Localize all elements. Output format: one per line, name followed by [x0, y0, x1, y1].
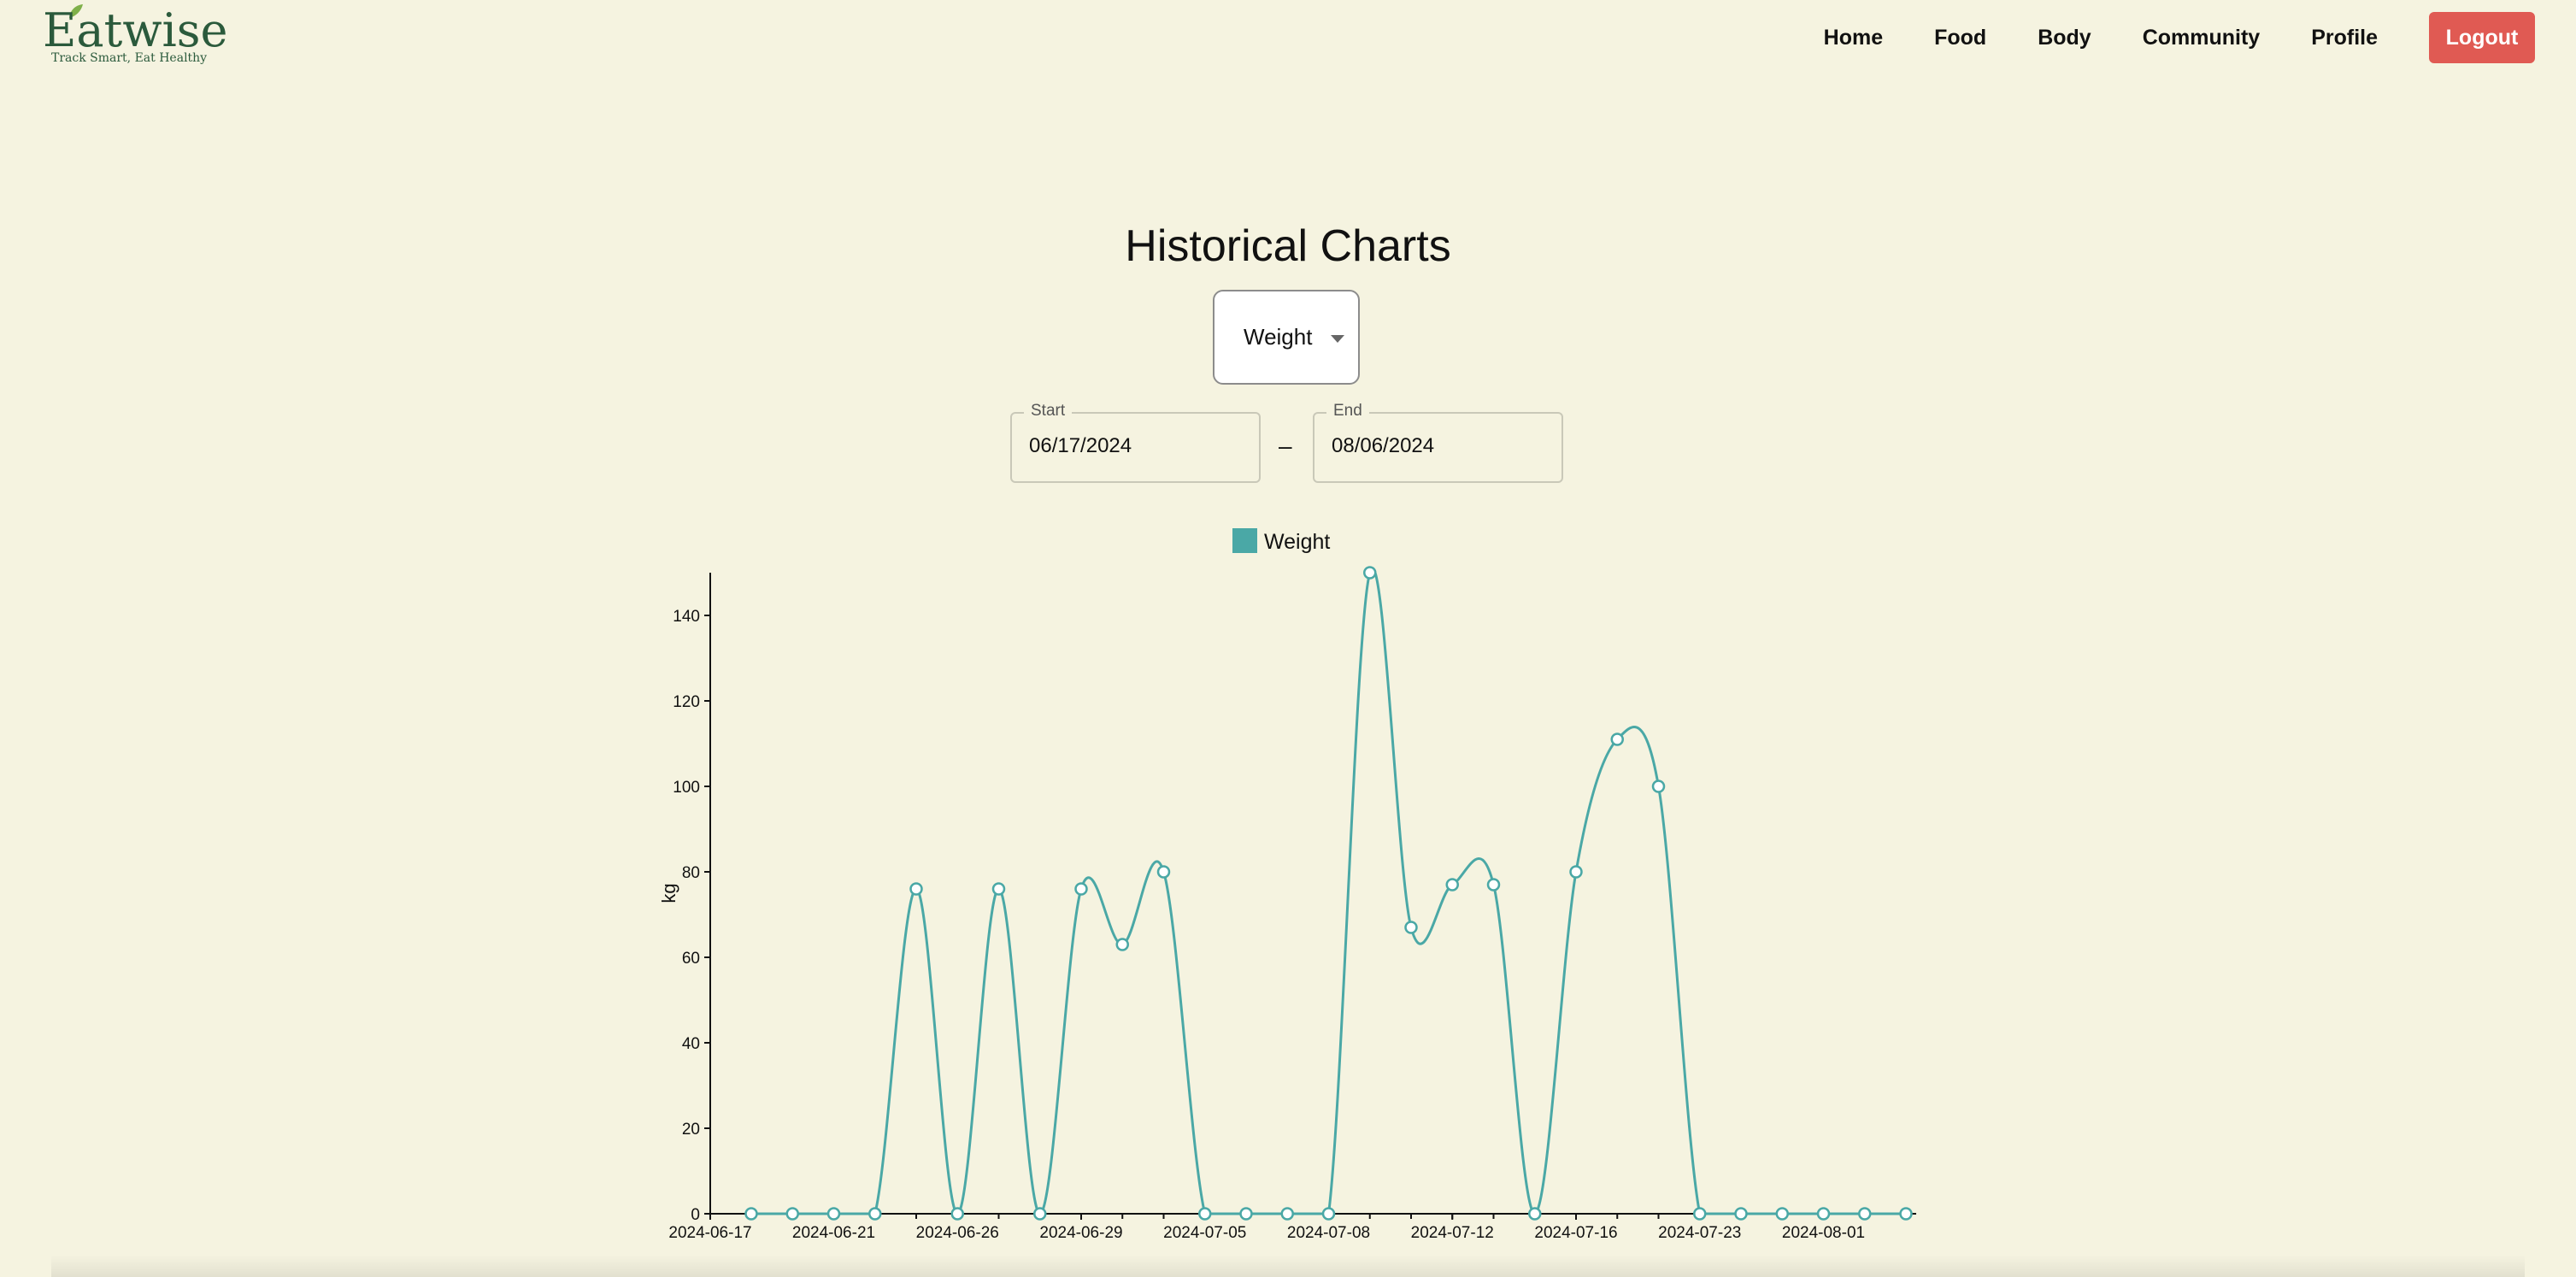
dropdown-arrow-icon [1331, 335, 1344, 343]
data-point [909, 882, 923, 896]
end-date-label: End [1326, 402, 1369, 421]
end-date-field[interactable]: End [1313, 402, 1563, 483]
data-point [1115, 938, 1129, 951]
main-nav: Home Food Body Community Profile Logout [1824, 12, 2535, 63]
y-tick-label: 100 [673, 779, 700, 797]
x-tick-label: 2024-06-17 [668, 1224, 751, 1242]
data-point [1569, 865, 1583, 879]
data-point [1775, 1207, 1789, 1221]
header: Eatwise Track Smart, Eat Healthy Home Fo… [0, 0, 2576, 75]
data-point [826, 1207, 841, 1221]
data-point [1528, 1207, 1542, 1221]
x-tick-label: 2024-07-08 [1287, 1224, 1370, 1242]
logo-tagline: Track Smart, Eat Healthy [51, 51, 208, 65]
data-point [1486, 878, 1501, 892]
metric-select[interactable]: Weight [1213, 290, 1360, 385]
data-point [1734, 1207, 1748, 1221]
data-point [744, 1207, 758, 1221]
x-tick-label: 2024-06-21 [792, 1224, 875, 1242]
data-point [1033, 1207, 1047, 1221]
bottom-shadow [51, 1255, 2525, 1277]
x-tick-label: 2024-07-23 [1658, 1224, 1741, 1242]
date-range-separator: – [1279, 433, 1292, 459]
logout-button[interactable]: Logout [2429, 12, 2535, 63]
data-point [1858, 1207, 1872, 1221]
end-date-input[interactable] [1332, 434, 1545, 458]
logo-wordmark: Eatwise [43, 3, 228, 57]
data-point [785, 1207, 799, 1221]
data-point [1198, 1207, 1212, 1221]
data-point [991, 882, 1006, 896]
x-tick-label: 2024-07-05 [1163, 1224, 1246, 1242]
data-point [1651, 780, 1666, 793]
data-point [1321, 1207, 1336, 1221]
weight-series-line [751, 567, 1906, 1215]
start-date-field[interactable]: Start [1010, 402, 1261, 483]
data-point [1899, 1207, 1913, 1221]
data-point [1693, 1207, 1707, 1221]
x-tick-label: 2024-08-01 [1782, 1224, 1865, 1242]
y-tick-label: 40 [682, 1035, 700, 1053]
data-point [1816, 1207, 1831, 1221]
start-date-label: Start [1024, 402, 1073, 421]
y-tick-label: 80 [682, 864, 700, 882]
legend-swatch [1232, 528, 1257, 553]
logo[interactable]: Eatwise Track Smart, Eat Healthy [43, 3, 227, 67]
nav-community[interactable]: Community [2143, 26, 2261, 50]
data-point [1239, 1207, 1253, 1221]
data-point [868, 1207, 882, 1221]
weight-chart: Weight 0 20 40 60 80 100 120 140 kg 2024-06-17 2024… [658, 528, 1916, 1242]
legend-label-weight: Weight [1264, 530, 1330, 554]
start-date-input[interactable] [1029, 434, 1243, 458]
page-title: Historical Charts [1125, 221, 1451, 271]
metric-select-value: Weight [1244, 324, 1313, 350]
x-tick-label: 2024-07-16 [1534, 1224, 1617, 1242]
y-tick-label: 120 [673, 693, 700, 711]
x-tick-label: 2024-07-12 [1411, 1224, 1494, 1242]
x-tick-label: 2024-06-29 [1039, 1224, 1122, 1242]
data-point [1280, 1207, 1294, 1221]
y-tick-label: 140 [673, 608, 700, 626]
y-tick-label: 0 [691, 1206, 700, 1224]
y-tick-label: 20 [682, 1121, 700, 1139]
data-point [1074, 882, 1088, 896]
y-tick-label: 60 [682, 950, 700, 968]
nav-profile[interactable]: Profile [2311, 26, 2378, 50]
data-point [1363, 566, 1377, 580]
nav-body[interactable]: Body [2038, 26, 2091, 50]
nav-food[interactable]: Food [1934, 26, 1986, 50]
data-point [950, 1207, 964, 1221]
data-point [1445, 878, 1459, 892]
x-tick-label: 2024-06-26 [916, 1224, 999, 1242]
data-point [1610, 733, 1624, 746]
page: Eatwise Track Smart, Eat Healthy Home Fo… [0, 0, 2576, 1277]
y-axis-label: kg [658, 883, 679, 903]
data-point [1156, 865, 1171, 879]
data-point [1404, 921, 1418, 934]
nav-home[interactable]: Home [1824, 26, 1883, 50]
